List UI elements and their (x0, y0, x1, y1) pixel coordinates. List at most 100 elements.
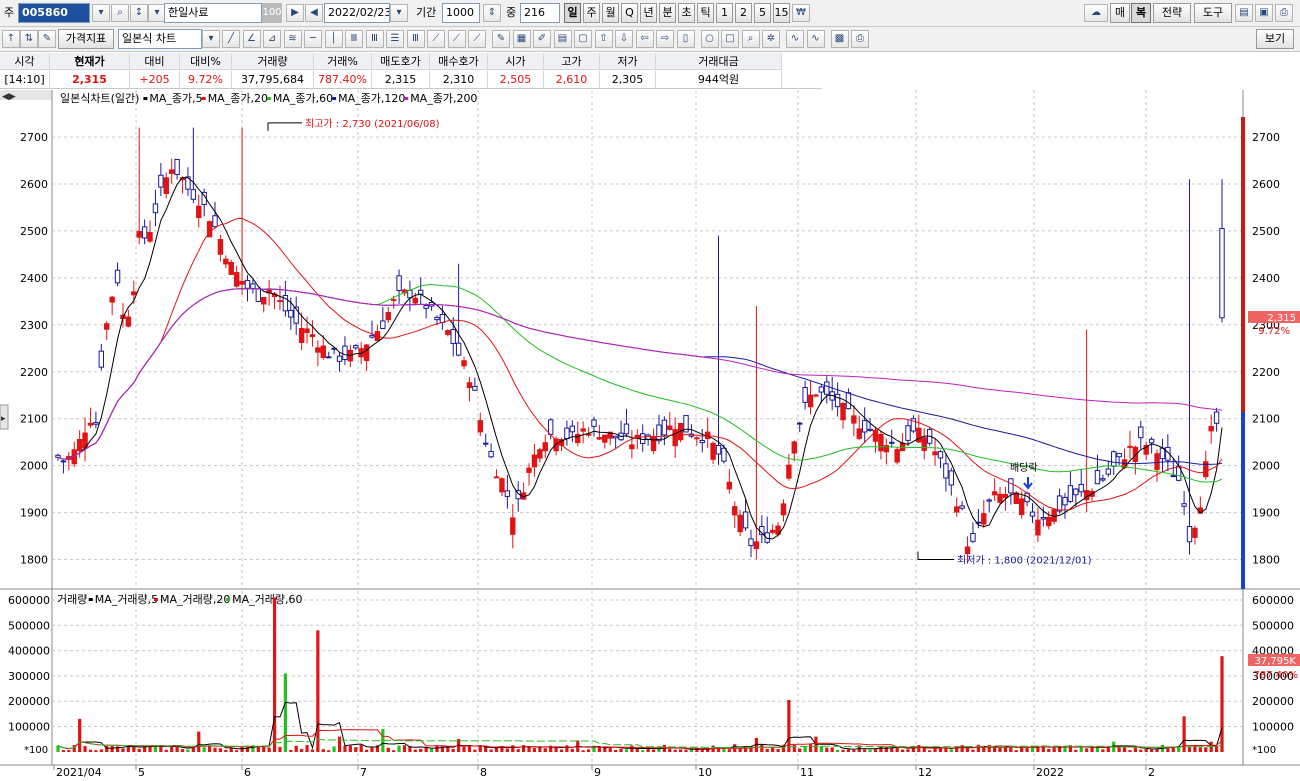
period-spin-icon[interactable]: ⇕ (483, 4, 501, 22)
volume-bar (354, 747, 358, 752)
candle-body (493, 476, 500, 479)
circle-tool-icon[interactable]: ○ (700, 30, 719, 48)
volume-bar (1204, 747, 1208, 752)
code-dropdown-icon[interactable]: ▾ (92, 4, 110, 22)
candle-body (861, 420, 868, 433)
view-button[interactable]: 보기 (1256, 29, 1294, 49)
trend-icon[interactable]: ⟋ (468, 30, 486, 48)
volume-pct-tag: 787.40% (1254, 670, 1299, 681)
parallel-icon[interactable]: ⟋ (447, 30, 466, 48)
triangle-tool-icon[interactable]: ⊿ (263, 30, 281, 48)
interval-button[interactable]: 월 (602, 3, 619, 23)
buy-button[interactable]: 매 (1110, 3, 1130, 23)
memo-icon[interactable]: ▤ (553, 30, 572, 48)
chart-type-dropdown-icon[interactable]: ▾ (202, 30, 220, 48)
interval-button[interactable]: Q (621, 3, 638, 23)
volume-bar (868, 749, 872, 752)
indicator-button[interactable]: 가격지표 (58, 29, 114, 49)
stock-code-input[interactable]: 005860 (18, 3, 90, 23)
quote-header: 저가 (600, 53, 656, 70)
wave2-icon[interactable]: ∿ (806, 30, 825, 48)
interval-button[interactable]: 초 (678, 3, 695, 23)
rectangle-tool-icon[interactable]: □ (721, 30, 739, 48)
stock-chart[interactable]: ◀▶ ▸ 2700 2700 2600 2600 2500 2500 2400 2400 2300 2… (0, 90, 1300, 779)
candle-body (948, 470, 955, 486)
angle-tool-icon[interactable]: ∠ (242, 30, 261, 48)
settings-icon[interactable]: ✲ (762, 30, 780, 48)
sort-icon[interactable]: ⇅ (20, 30, 38, 48)
candle-body (742, 511, 749, 529)
tools-button[interactable]: 도구 (1194, 3, 1232, 23)
print-chart-icon[interactable]: ⎙ (851, 30, 869, 48)
folder-icon[interactable]: ▤ (1235, 4, 1253, 22)
candle-body (147, 232, 153, 242)
period-icon[interactable]: Ⅲ (406, 30, 425, 48)
stock-name-field[interactable]: 한일사료 (164, 3, 262, 23)
cloud-icon[interactable]: ☁ (1084, 4, 1108, 22)
count-input[interactable]: 216 (520, 3, 560, 23)
interval-button[interactable]: 5 (754, 3, 771, 23)
edit-icon[interactable]: ✎ (38, 30, 56, 48)
line-tool-icon[interactable]: ╱ (222, 30, 240, 48)
search-icon[interactable]: ⌕ (111, 4, 129, 22)
eraser-icon[interactable]: ✐ (533, 30, 551, 48)
pen-icon[interactable]: ✎ (492, 30, 510, 48)
volume-bar (895, 747, 899, 752)
strategy-button[interactable]: 전략 (1153, 3, 1191, 23)
candle-body (158, 174, 164, 188)
text-tool-icon[interactable]: ▯ (676, 30, 695, 48)
save-icon[interactable]: ▣ (1255, 4, 1273, 22)
interval-button[interactable]: 15 (773, 3, 790, 23)
horizontal-line-icon[interactable]: ─ (304, 30, 322, 48)
candle-body (141, 226, 148, 239)
gann-icon[interactable]: Ⅲ (365, 30, 384, 48)
date-input[interactable]: 2022/02/23 (324, 3, 390, 23)
arrow-down-tool-icon[interactable]: ⇩ (615, 30, 633, 48)
volume-bar (462, 746, 466, 752)
interval-button[interactable]: 분 (659, 3, 676, 23)
arrow-up-icon[interactable]: ↑ (2, 30, 20, 48)
candle-body (807, 394, 814, 408)
interval-button[interactable]: 년 (640, 3, 657, 23)
price-tick-left: 2300 (20, 319, 48, 332)
main-toolbar: 주 005860 ▾ ⌕ ↕ ▾ 한일사료 100 ▶ ◀ 2022/02/23… (0, 0, 1300, 27)
volume-bar (819, 746, 823, 752)
interval-button[interactable]: 틱 (697, 3, 714, 23)
sort-arrows-icon[interactable]: ↕ (130, 4, 148, 22)
arrow-right-tool-icon[interactable]: ⇨ (656, 30, 674, 48)
candle-body (531, 454, 538, 468)
image-icon[interactable]: ▩ (830, 30, 849, 48)
volume-bar (262, 746, 266, 752)
box-tool-icon[interactable]: ▢ (574, 30, 592, 48)
multi-button[interactable]: 복 (1131, 3, 1151, 23)
quote-value: 2,310 (430, 71, 488, 88)
interval-button[interactable]: 주 (583, 3, 600, 23)
interval-button[interactable]: 2 (735, 3, 752, 23)
channel-icon[interactable]: ⟋ (427, 30, 445, 48)
print-icon[interactable]: ⎙ (1275, 4, 1293, 22)
candle-body (986, 499, 992, 502)
volume-bar (413, 749, 417, 752)
vertical-line-icon[interactable]: │ (324, 30, 343, 48)
date-dropdown-icon[interactable]: ▾ (390, 4, 408, 22)
period-input[interactable]: 1000 (442, 3, 480, 23)
volume-bar (446, 746, 450, 752)
interval-button[interactable]: 일 (564, 3, 581, 23)
arrow-up-tool-icon[interactable]: ⇧ (594, 30, 613, 48)
volume-bar (998, 747, 1002, 752)
volume-bar (538, 747, 542, 752)
fibonacci-icon[interactable]: Ⅲ (345, 30, 363, 48)
interval-button[interactable]: 1 (716, 3, 733, 23)
arrow-left-tool-icon[interactable]: ⇦ (635, 30, 654, 48)
chart-style-icon[interactable]: ₩ (792, 4, 810, 22)
zoom-icon[interactable]: ⌕ (741, 30, 760, 48)
quote-value: 2,505 (488, 71, 544, 88)
color-icon[interactable]: ▦ (512, 30, 531, 48)
fan-tool-icon[interactable]: ≋ (283, 30, 302, 48)
wave-icon[interactable]: ∿ (786, 30, 804, 48)
next-stock-icon[interactable]: ▶ (286, 4, 304, 22)
chart-type-select[interactable]: 일본식 차트 (118, 29, 202, 49)
prev-stock-icon[interactable]: ◀ (305, 4, 323, 22)
grid-icon[interactable]: ☰ (386, 30, 404, 48)
candle-body (55, 454, 61, 458)
